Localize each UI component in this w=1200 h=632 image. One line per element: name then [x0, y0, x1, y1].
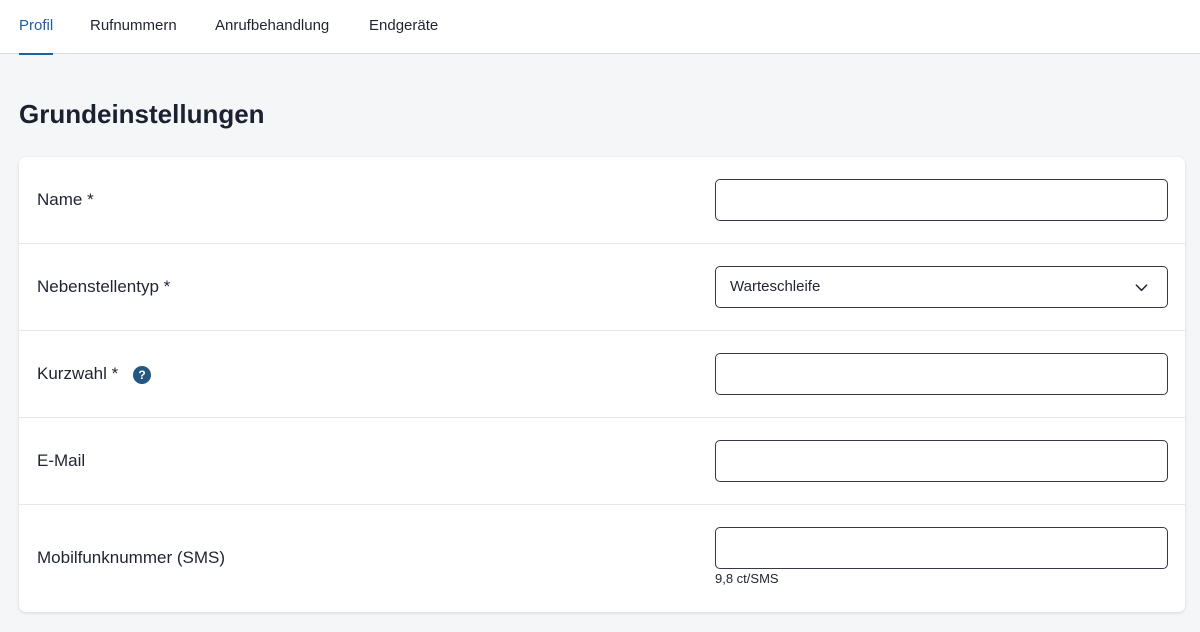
extension-type-selected-value: Warteschleife	[730, 278, 821, 295]
mobile-number-input[interactable]	[715, 527, 1168, 569]
extension-type-label: Nebenstellentyp *	[37, 277, 171, 296]
extension-type-select[interactable]: Warteschleife	[715, 266, 1168, 308]
tab-rufnummern[interactable]: Rufnummern	[90, 0, 177, 54]
chevron-down-icon	[1135, 284, 1148, 292]
name-label: Name *	[37, 190, 94, 209]
mobile-number-label: Mobilfunknummer (SMS)	[37, 548, 225, 567]
short-dial-label: Kurzwahl *	[37, 364, 119, 383]
extension-type-row: Nebenstellentyp * Warteschleife	[19, 244, 1185, 331]
tab-anrufbehandlung[interactable]: Anrufbehandlung	[215, 0, 329, 54]
page-title: Grundeinstellungen	[19, 99, 265, 129]
email-label: E-Mail	[37, 451, 86, 470]
name-input[interactable]	[715, 179, 1168, 221]
settings-tab-bar: Profil Rufnummern Anrufbehandlung Endger…	[0, 0, 1200, 55]
question-circle-icon[interactable]: ?	[133, 366, 151, 384]
short-dial-row: Kurzwahl * ?	[19, 331, 1185, 418]
basic-settings-card: Name * Nebenstellentyp * Warteschleife K…	[19, 157, 1185, 612]
email-row: E-Mail	[19, 418, 1185, 505]
mobile-number-row: Mobilfunknummer (SMS) 9,8 ct/SMS	[19, 505, 1185, 612]
tab-profil[interactable]: Profil	[19, 0, 54, 55]
tab-endgeraete[interactable]: Endgeräte	[369, 0, 438, 54]
short-dial-input[interactable]	[715, 353, 1168, 395]
name-row: Name *	[19, 157, 1185, 244]
email-input[interactable]	[715, 440, 1168, 482]
sms-cost-hint: 9,8 ct/SMS	[715, 571, 779, 586]
